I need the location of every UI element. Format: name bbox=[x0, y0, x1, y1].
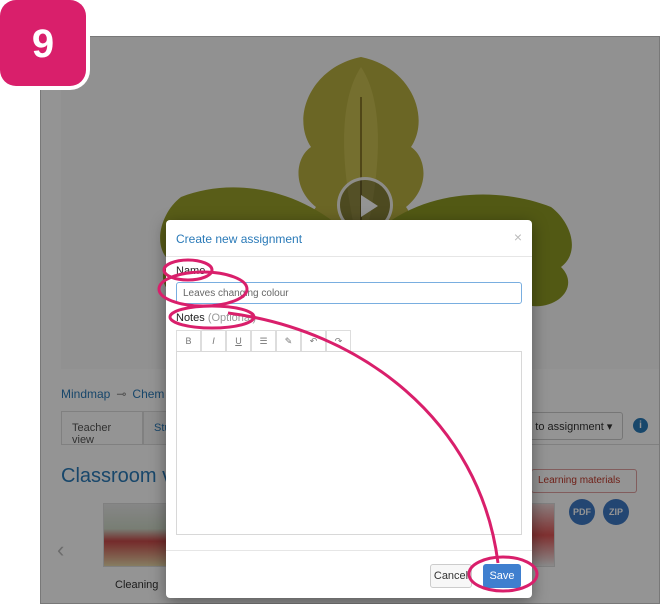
notes-editor[interactable] bbox=[176, 351, 522, 535]
modal-title: Create new assignment bbox=[176, 232, 303, 246]
close-icon[interactable]: × bbox=[514, 229, 522, 245]
underline-icon[interactable]: U bbox=[226, 330, 251, 352]
redo-icon[interactable]: ↷ bbox=[326, 330, 351, 352]
name-label: Name bbox=[176, 265, 206, 277]
modal-footer-divider bbox=[166, 550, 532, 551]
modal-header-divider bbox=[166, 256, 532, 257]
bold-icon[interactable]: B bbox=[176, 330, 201, 352]
save-button[interactable]: Save bbox=[483, 564, 521, 588]
clear-format-icon[interactable]: ✎ bbox=[276, 330, 301, 352]
cancel-button[interactable]: Cancel bbox=[430, 564, 472, 588]
tutorial-screenshot: Mindmap ⊸ Chem Teacher view Stu dd to assi… bbox=[0, 0, 660, 604]
list-icon[interactable]: ☰ bbox=[251, 330, 276, 352]
name-input[interactable] bbox=[176, 282, 522, 304]
notes-label-text: Notes bbox=[176, 312, 205, 324]
notes-optional-text: (Optional) bbox=[207, 312, 257, 324]
create-assignment-modal: Create new assignment × Name Notes (Opti… bbox=[166, 220, 532, 598]
step-number-badge: 9 bbox=[0, 0, 86, 86]
undo-icon[interactable]: ↶ bbox=[301, 330, 326, 352]
italic-icon[interactable]: I bbox=[201, 330, 226, 352]
notes-label: Notes (Optional) bbox=[176, 312, 256, 324]
